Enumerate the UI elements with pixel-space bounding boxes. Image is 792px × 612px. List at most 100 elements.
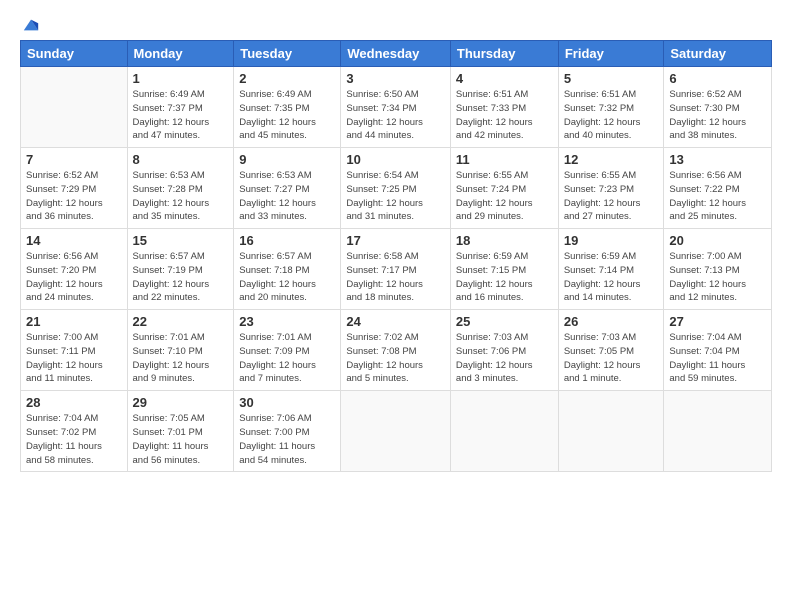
day-number: 25 <box>456 314 553 329</box>
day-info: Sunrise: 6:58 AM Sunset: 7:17 PM Dayligh… <box>346 250 445 305</box>
day-number: 29 <box>133 395 229 410</box>
calendar-cell: 14 Sunrise: 6:56 AM Sunset: 7:20 PM Dayli… <box>21 229 128 310</box>
day-info: Sunrise: 6:52 AM Sunset: 7:29 PM Dayligh… <box>26 169 122 224</box>
calendar-cell <box>450 391 558 472</box>
calendar-cell <box>664 391 772 472</box>
calendar-cell: 13 Sunrise: 6:56 AM Sunset: 7:22 PM Dayli… <box>664 148 772 229</box>
day-number: 11 <box>456 152 553 167</box>
calendar-cell: 30 Sunrise: 7:06 AM Sunset: 7:00 PM Dayli… <box>234 391 341 472</box>
day-number: 7 <box>26 152 122 167</box>
calendar-cell: 7 Sunrise: 6:52 AM Sunset: 7:29 PM Daylig… <box>21 148 128 229</box>
calendar-cell <box>341 391 451 472</box>
calendar-cell: 11 Sunrise: 6:55 AM Sunset: 7:24 PM Dayli… <box>450 148 558 229</box>
day-info: Sunrise: 7:04 AM Sunset: 7:02 PM Dayligh… <box>26 412 122 467</box>
day-info: Sunrise: 6:50 AM Sunset: 7:34 PM Dayligh… <box>346 88 445 143</box>
day-info: Sunrise: 7:01 AM Sunset: 7:10 PM Dayligh… <box>133 331 229 386</box>
day-number: 26 <box>564 314 659 329</box>
day-info: Sunrise: 7:06 AM Sunset: 7:00 PM Dayligh… <box>239 412 335 467</box>
calendar-cell: 18 Sunrise: 6:59 AM Sunset: 7:15 PM Dayli… <box>450 229 558 310</box>
calendar-cell: 16 Sunrise: 6:57 AM Sunset: 7:18 PM Dayli… <box>234 229 341 310</box>
day-number: 9 <box>239 152 335 167</box>
day-info: Sunrise: 7:02 AM Sunset: 7:08 PM Dayligh… <box>346 331 445 386</box>
calendar-header-wednesday: Wednesday <box>341 41 451 67</box>
calendar-cell: 28 Sunrise: 7:04 AM Sunset: 7:02 PM Dayli… <box>21 391 128 472</box>
day-info: Sunrise: 7:05 AM Sunset: 7:01 PM Dayligh… <box>133 412 229 467</box>
day-info: Sunrise: 7:03 AM Sunset: 7:06 PM Dayligh… <box>456 331 553 386</box>
day-number: 2 <box>239 71 335 86</box>
calendar-cell: 25 Sunrise: 7:03 AM Sunset: 7:06 PM Dayli… <box>450 310 558 391</box>
day-number: 3 <box>346 71 445 86</box>
calendar-cell <box>558 391 664 472</box>
day-number: 19 <box>564 233 659 248</box>
day-number: 13 <box>669 152 766 167</box>
day-info: Sunrise: 6:59 AM Sunset: 7:15 PM Dayligh… <box>456 250 553 305</box>
day-number: 30 <box>239 395 335 410</box>
calendar-cell: 9 Sunrise: 6:53 AM Sunset: 7:27 PM Daylig… <box>234 148 341 229</box>
day-info: Sunrise: 6:55 AM Sunset: 7:23 PM Dayligh… <box>564 169 659 224</box>
day-number: 5 <box>564 71 659 86</box>
logo <box>20 16 40 30</box>
calendar-header-monday: Monday <box>127 41 234 67</box>
day-number: 4 <box>456 71 553 86</box>
day-info: Sunrise: 6:55 AM Sunset: 7:24 PM Dayligh… <box>456 169 553 224</box>
day-number: 12 <box>564 152 659 167</box>
calendar-cell: 29 Sunrise: 7:05 AM Sunset: 7:01 PM Dayli… <box>127 391 234 472</box>
calendar-header-tuesday: Tuesday <box>234 41 341 67</box>
day-number: 22 <box>133 314 229 329</box>
calendar-week-row: 28 Sunrise: 7:04 AM Sunset: 7:02 PM Dayli… <box>21 391 772 472</box>
calendar-week-row: 7 Sunrise: 6:52 AM Sunset: 7:29 PM Daylig… <box>21 148 772 229</box>
day-number: 14 <box>26 233 122 248</box>
calendar-cell: 8Sunrise: 6:53 AM Sunset: 7:28 PM Daylig… <box>127 148 234 229</box>
calendar-week-row: 1 Sunrise: 6:49 AM Sunset: 7:37 PM Daylig… <box>21 67 772 148</box>
calendar-cell: 23 Sunrise: 7:01 AM Sunset: 7:09 PM Dayli… <box>234 310 341 391</box>
calendar-cell: 1 Sunrise: 6:49 AM Sunset: 7:37 PM Daylig… <box>127 67 234 148</box>
calendar-cell <box>21 67 128 148</box>
day-info: Sunrise: 7:00 AM Sunset: 7:13 PM Dayligh… <box>669 250 766 305</box>
calendar-cell: 3 Sunrise: 6:50 AM Sunset: 7:34 PM Daylig… <box>341 67 451 148</box>
day-info: Sunrise: 6:53 AM Sunset: 7:27 PM Dayligh… <box>239 169 335 224</box>
day-number: 28 <box>26 395 122 410</box>
calendar-week-row: 14 Sunrise: 6:56 AM Sunset: 7:20 PM Dayli… <box>21 229 772 310</box>
day-info: Sunrise: 6:59 AM Sunset: 7:14 PM Dayligh… <box>564 250 659 305</box>
day-info: Sunrise: 6:51 AM Sunset: 7:33 PM Dayligh… <box>456 88 553 143</box>
calendar: SundayMondayTuesdayWednesdayThursdayFrid… <box>20 40 772 472</box>
calendar-cell: 2 Sunrise: 6:49 AM Sunset: 7:35 PM Daylig… <box>234 67 341 148</box>
day-number: 27 <box>669 314 766 329</box>
day-number: 15 <box>133 233 229 248</box>
day-info: Sunrise: 7:01 AM Sunset: 7:09 PM Dayligh… <box>239 331 335 386</box>
day-info: Sunrise: 6:56 AM Sunset: 7:20 PM Dayligh… <box>26 250 122 305</box>
calendar-cell: 19 Sunrise: 6:59 AM Sunset: 7:14 PM Dayli… <box>558 229 664 310</box>
calendar-cell: 15 Sunrise: 6:57 AM Sunset: 7:19 PM Dayli… <box>127 229 234 310</box>
day-info: Sunrise: 6:57 AM Sunset: 7:18 PM Dayligh… <box>239 250 335 305</box>
calendar-cell: 12 Sunrise: 6:55 AM Sunset: 7:23 PM Dayli… <box>558 148 664 229</box>
day-info: Sunrise: 6:54 AM Sunset: 7:25 PM Dayligh… <box>346 169 445 224</box>
day-number: 24 <box>346 314 445 329</box>
day-info: Sunrise: 7:03 AM Sunset: 7:05 PM Dayligh… <box>564 331 659 386</box>
day-number: 23 <box>239 314 335 329</box>
day-number: 16 <box>239 233 335 248</box>
day-info: Sunrise: 6:57 AM Sunset: 7:19 PM Dayligh… <box>133 250 229 305</box>
day-info: Sunrise: 6:56 AM Sunset: 7:22 PM Dayligh… <box>669 169 766 224</box>
day-info: Sunrise: 7:00 AM Sunset: 7:11 PM Dayligh… <box>26 331 122 386</box>
day-info: Sunrise: 6:49 AM Sunset: 7:35 PM Dayligh… <box>239 88 335 143</box>
day-number: 17 <box>346 233 445 248</box>
day-number: 10 <box>346 152 445 167</box>
day-number: 21 <box>26 314 122 329</box>
day-number: 1 <box>133 71 229 86</box>
day-number: 6 <box>669 71 766 86</box>
calendar-cell: 27Sunrise: 7:04 AM Sunset: 7:04 PM Dayli… <box>664 310 772 391</box>
calendar-header-sunday: Sunday <box>21 41 128 67</box>
calendar-header-thursday: Thursday <box>450 41 558 67</box>
day-number: 18 <box>456 233 553 248</box>
calendar-cell: 10 Sunrise: 6:54 AM Sunset: 7:25 PM Dayli… <box>341 148 451 229</box>
calendar-cell: 20Sunrise: 7:00 AM Sunset: 7:13 PM Dayli… <box>664 229 772 310</box>
calendar-cell: 22 Sunrise: 7:01 AM Sunset: 7:10 PM Dayli… <box>127 310 234 391</box>
calendar-header-row: SundayMondayTuesdayWednesdayThursdayFrid… <box>21 41 772 67</box>
logo-icon <box>22 16 40 34</box>
calendar-cell: 4 Sunrise: 6:51 AM Sunset: 7:33 PM Daylig… <box>450 67 558 148</box>
day-info: Sunrise: 6:52 AM Sunset: 7:30 PM Dayligh… <box>669 88 766 143</box>
calendar-week-row: 21 Sunrise: 7:00 AM Sunset: 7:11 PM Dayli… <box>21 310 772 391</box>
day-info: Sunrise: 6:49 AM Sunset: 7:37 PM Dayligh… <box>133 88 229 143</box>
calendar-cell: 5Sunrise: 6:51 AM Sunset: 7:32 PM Daylig… <box>558 67 664 148</box>
calendar-cell: 21 Sunrise: 7:00 AM Sunset: 7:11 PM Dayli… <box>21 310 128 391</box>
